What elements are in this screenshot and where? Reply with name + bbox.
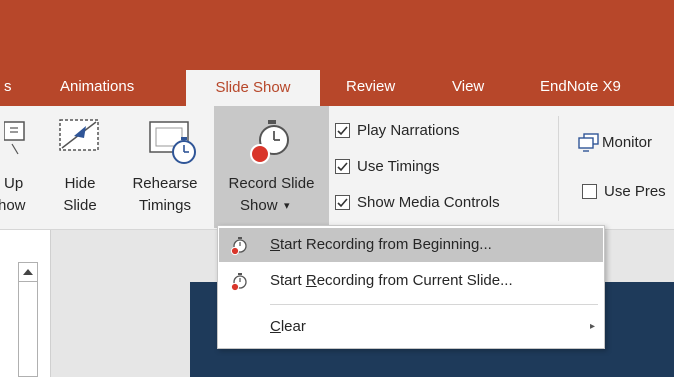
menu-item-start-from-beginning[interactable]: Start Recording from Beginning... [219,228,603,262]
tab-review[interactable]: Review [346,68,395,106]
menu-separator [270,304,598,305]
tab-transitions-partial[interactable]: s [4,68,12,106]
menu-item-start-from-current[interactable]: Start Recording from Current Slide... [219,264,603,298]
checkmark-icon [337,198,348,208]
record-timer-icon [230,273,247,292]
play-narrations-label: Play Narrations [357,122,460,139]
hide-slide-button[interactable]: Hide Slide [52,106,108,228]
group-separator [558,116,559,221]
use-presenter-view-label: Use Pres [604,183,666,200]
hide-slide-label-1: Hide [64,175,96,192]
show-media-controls-label: Show Media Controls [357,194,500,211]
record-timer-icon [250,120,289,164]
setup-show-label-2: how [0,197,26,214]
checkbox-box[interactable] [335,159,350,174]
menu-item-label: Clear [270,318,306,335]
scroll-up-arrow-icon [23,269,33,275]
tab-slide-show[interactable]: Slide Show [186,70,320,106]
checkmark-icon [337,126,348,136]
record-slide-show-button[interactable]: Record Slide Show ▾ [214,106,329,228]
chevron-down-icon: ▾ [284,200,290,212]
tab-view[interactable]: View [452,68,484,106]
monitor-label: Monitor [602,134,653,151]
hide-slide-label-2: Slide [63,197,97,214]
rehearse-timings-button[interactable]: Rehearse Timings [118,106,212,228]
checkmark-icon [337,162,348,172]
setup-show-icon [4,121,25,155]
record-slide-show-label-1: Record Slide [228,175,315,192]
rehearse-timings-icon [149,121,196,164]
setup-slide-show-button[interactable]: Up how [0,106,46,228]
submenu-arrow-icon: ▸ [589,321,595,332]
checkbox-box[interactable] [335,123,350,138]
menu-item-label: Start Recording from Current Slide... [270,272,513,289]
rehearse-timings-label-2: Timings [139,197,191,214]
vertical-scrollbar[interactable] [18,262,38,377]
menu-item-clear[interactable]: Clear ▸ [219,310,603,344]
record-slide-show-label-2: Show [240,197,278,214]
hide-slide-icon [59,119,99,151]
rehearse-timings-label-1: Rehearse [132,175,198,192]
checkbox-box[interactable] [582,184,597,199]
use-timings-label: Use Timings [357,158,440,175]
menu-item-label: Start Recording from Beginning... [270,236,492,253]
record-timer-icon [230,237,247,256]
scroll-up-button[interactable] [19,263,37,282]
ribbon: Up how Hide Slide Rehearse Timings Recor… [0,106,674,230]
title-bar [0,0,674,68]
monitor-icon [578,133,599,152]
tab-endnote[interactable]: EndNote X9 [540,68,621,106]
record-slide-show-menu: Start Recording from Beginning... Start … [217,225,605,349]
tab-animations[interactable]: Animations [60,68,134,106]
ribbon-tabs: s Animations Slide Show Review View EndN… [0,68,674,106]
setup-show-label-1: Up [4,175,24,192]
checkbox-box[interactable] [335,195,350,210]
